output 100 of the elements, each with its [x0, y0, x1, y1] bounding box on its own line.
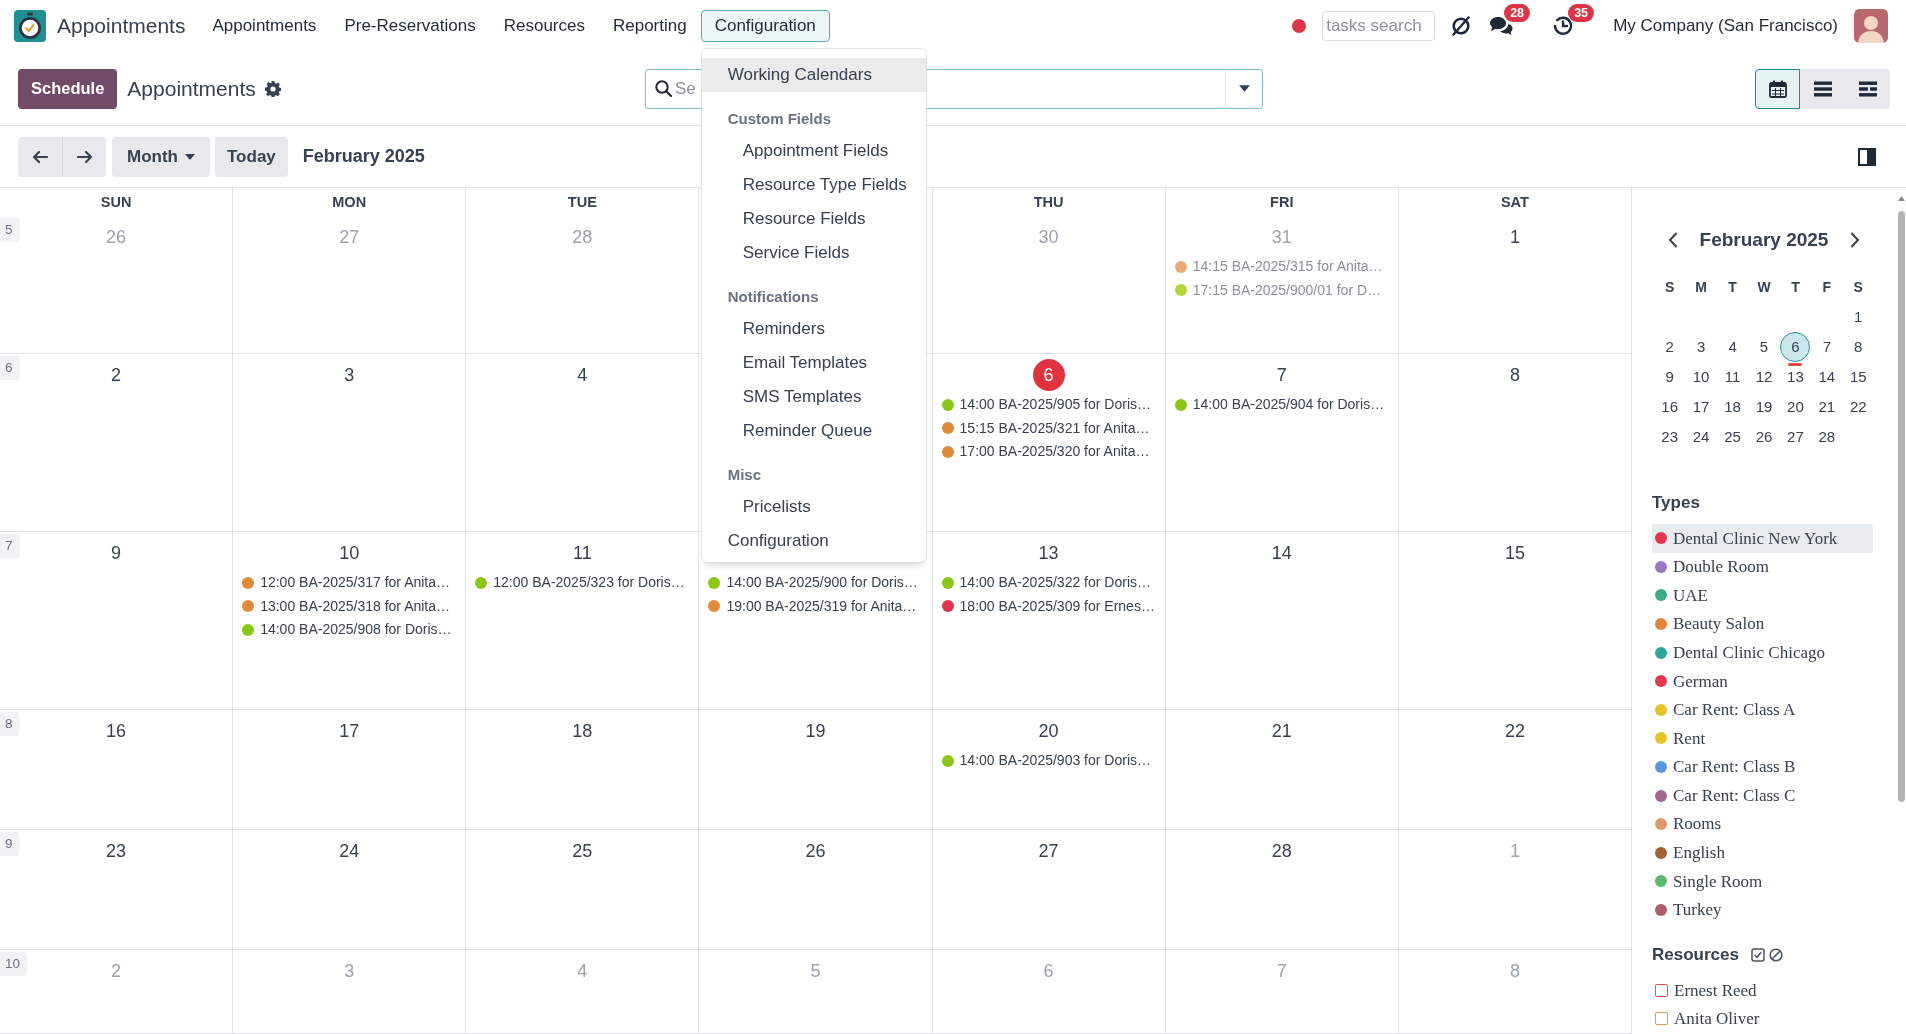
type-filter[interactable]: Beauty Salon — [1652, 609, 1873, 639]
ring-icon[interactable] — [1451, 16, 1472, 36]
mini-calendar-day[interactable]: 25 — [1723, 427, 1742, 447]
menu-item[interactable]: Working Calendars — [701, 58, 926, 92]
day-number[interactable]: 6 — [1032, 359, 1065, 391]
scale-dropdown[interactable]: Month — [112, 136, 210, 177]
clock-icon[interactable] — [1553, 16, 1574, 36]
mini-calendar-day[interactable]: 14 — [1817, 367, 1837, 387]
day-number[interactable]: 16 — [103, 718, 130, 744]
menu-item[interactable]: Configuration — [700, 10, 830, 42]
type-filter[interactable]: Car Rent: Class B — [1652, 752, 1873, 782]
search-options-button[interactable] — [1225, 68, 1263, 109]
day-number[interactable]: 23 — [103, 838, 130, 864]
scroll-arrow-icon[interactable] — [1898, 196, 1905, 201]
mini-calendar-day[interactable]: 5 — [1758, 337, 1770, 357]
calendar-event[interactable]: 14:00 BA-2025/905 for Doris… — [932, 393, 1155, 417]
day-number[interactable]: 2 — [103, 362, 130, 388]
calendar-event[interactable]: 14:00 BA-2025/903 for Doris… — [932, 749, 1155, 773]
next-button[interactable] — [62, 136, 106, 177]
mini-calendar-day[interactable]: 22 — [1848, 397, 1868, 417]
menu-item[interactable]: Reporting — [598, 10, 701, 42]
day-number[interactable]: 13 — [1035, 540, 1062, 566]
day-number[interactable]: 10 — [336, 540, 363, 566]
chevron-right-icon[interactable] — [1850, 232, 1860, 248]
previous-button[interactable] — [18, 136, 62, 177]
day-number[interactable]: 19 — [802, 718, 829, 744]
day-number[interactable]: 17 — [336, 718, 363, 744]
app-logo-icon[interactable] — [14, 10, 46, 42]
check-square-icon[interactable] — [1750, 948, 1765, 963]
menu-item[interactable]: Service Fields — [701, 236, 926, 270]
view-button[interactable] — [1845, 68, 1890, 109]
type-filter[interactable]: Dental Clinic New York — [1652, 524, 1873, 553]
mini-calendar-day[interactable]: 26 — [1754, 427, 1774, 447]
day-number[interactable]: 4 — [569, 362, 596, 388]
day-number[interactable]: 21 — [1268, 718, 1295, 744]
type-filter[interactable]: Rooms — [1652, 809, 1873, 839]
mini-calendar-day[interactable]: 28 — [1817, 427, 1837, 447]
scrollbar-thumb[interactable] — [1898, 211, 1905, 802]
menu-item[interactable]: SMS Templates — [701, 380, 926, 414]
menu-item[interactable]: Resources — [489, 10, 599, 42]
menu-item[interactable]: Resource Fields — [701, 202, 926, 236]
checkbox[interactable] — [1655, 983, 1668, 997]
calendar-event[interactable]: 18:00 BA-2025/309 for Ernes… — [932, 594, 1159, 618]
today-button[interactable]: Today — [215, 136, 288, 177]
mini-calendar-day[interactable]: 10 — [1691, 367, 1711, 387]
menu-item[interactable]: Appointment Fields — [701, 134, 926, 168]
mini-calendar-day[interactable]: 16 — [1660, 397, 1680, 417]
calendar-event[interactable]: 14:00 BA-2025/908 for Doris… — [233, 618, 456, 642]
type-filter[interactable]: Double Room — [1652, 552, 1873, 582]
mini-calendar-day[interactable]: 18 — [1723, 397, 1742, 417]
day-number[interactable]: 24 — [336, 838, 363, 864]
day-number[interactable]: 11 — [569, 540, 596, 566]
schedule-button[interactable]: Schedule — [18, 68, 118, 109]
type-filter[interactable]: UAE — [1652, 581, 1873, 610]
type-filter[interactable]: English — [1652, 838, 1873, 868]
chat-icon[interactable] — [1489, 16, 1514, 36]
sidebar-toggle-icon[interactable] — [1858, 147, 1876, 166]
menu-item[interactable]: Pre-Reservations — [330, 10, 490, 42]
day-number[interactable]: 7 — [1268, 362, 1295, 388]
avatar-icon[interactable] — [1854, 9, 1888, 43]
mini-calendar-day[interactable]: 7 — [1821, 337, 1832, 357]
mini-calendar-day[interactable]: 23 — [1660, 427, 1680, 447]
mini-calendar-day[interactable]: 15 — [1848, 367, 1868, 387]
mini-calendar-day[interactable]: 3 — [1695, 337, 1707, 357]
type-filter[interactable]: Single Room — [1652, 867, 1873, 896]
day-number[interactable]: 15 — [1501, 540, 1528, 566]
resource-filter[interactable]: Anita Oliver — [1652, 1004, 1886, 1033]
view-button[interactable] — [1755, 68, 1800, 109]
mini-calendar-day[interactable]: 13 — [1786, 367, 1805, 387]
mini-calendar-day[interactable]: 11 — [1723, 367, 1742, 387]
day-number[interactable]: 3 — [336, 362, 363, 388]
menu-item[interactable]: Pricelists — [701, 490, 926, 524]
mini-calendar-day[interactable]: 8 — [1853, 337, 1864, 357]
mini-calendar-day[interactable]: 12 — [1754, 367, 1774, 387]
calendar-event[interactable]: 12:00 BA-2025/323 for Doris… — [466, 571, 689, 595]
mini-calendar-day[interactable]: 19 — [1754, 397, 1774, 417]
menu-item[interactable]: Configuration — [701, 524, 926, 558]
calendar-event[interactable]: 14:00 BA-2025/322 for Doris… — [932, 571, 1155, 595]
mini-calendar-day[interactable]: 27 — [1786, 427, 1805, 447]
type-filter[interactable]: Turkey — [1652, 895, 1873, 925]
mini-calendar-day[interactable]: 21 — [1817, 397, 1837, 417]
menu-item[interactable]: Appointments — [198, 10, 331, 42]
view-button[interactable] — [1800, 68, 1845, 109]
chevron-left-icon[interactable] — [1668, 232, 1678, 248]
menu-item[interactable]: Resource Type Fields — [701, 168, 926, 202]
calendar-event[interactable]: 12:00 BA-2025/317 for Anita… — [233, 571, 455, 595]
calendar-event[interactable]: 14:00 BA-2025/900 for Doris… — [699, 571, 922, 595]
type-filter[interactable]: Rent — [1652, 724, 1873, 753]
mini-calendar-day[interactable]: 2 — [1664, 337, 1675, 357]
day-number[interactable]: 14 — [1268, 540, 1295, 566]
type-filter[interactable]: Dental Clinic Chicago — [1652, 638, 1873, 667]
mini-calendar-day[interactable]: 4 — [1727, 337, 1738, 357]
calendar-event[interactable]: 15:15 BA-2025/321 for Anita… — [932, 416, 1154, 440]
day-number[interactable]: 9 — [103, 540, 130, 566]
search-field[interactable]: tasks search — [1322, 11, 1436, 41]
menu-item[interactable]: Reminders — [701, 312, 926, 346]
circle-slash-icon[interactable] — [1768, 948, 1783, 963]
menu-item[interactable]: Email Templates — [701, 346, 926, 380]
mini-calendar-day[interactable]: 20 — [1786, 397, 1805, 417]
day-number[interactable]: 27 — [1035, 838, 1062, 864]
